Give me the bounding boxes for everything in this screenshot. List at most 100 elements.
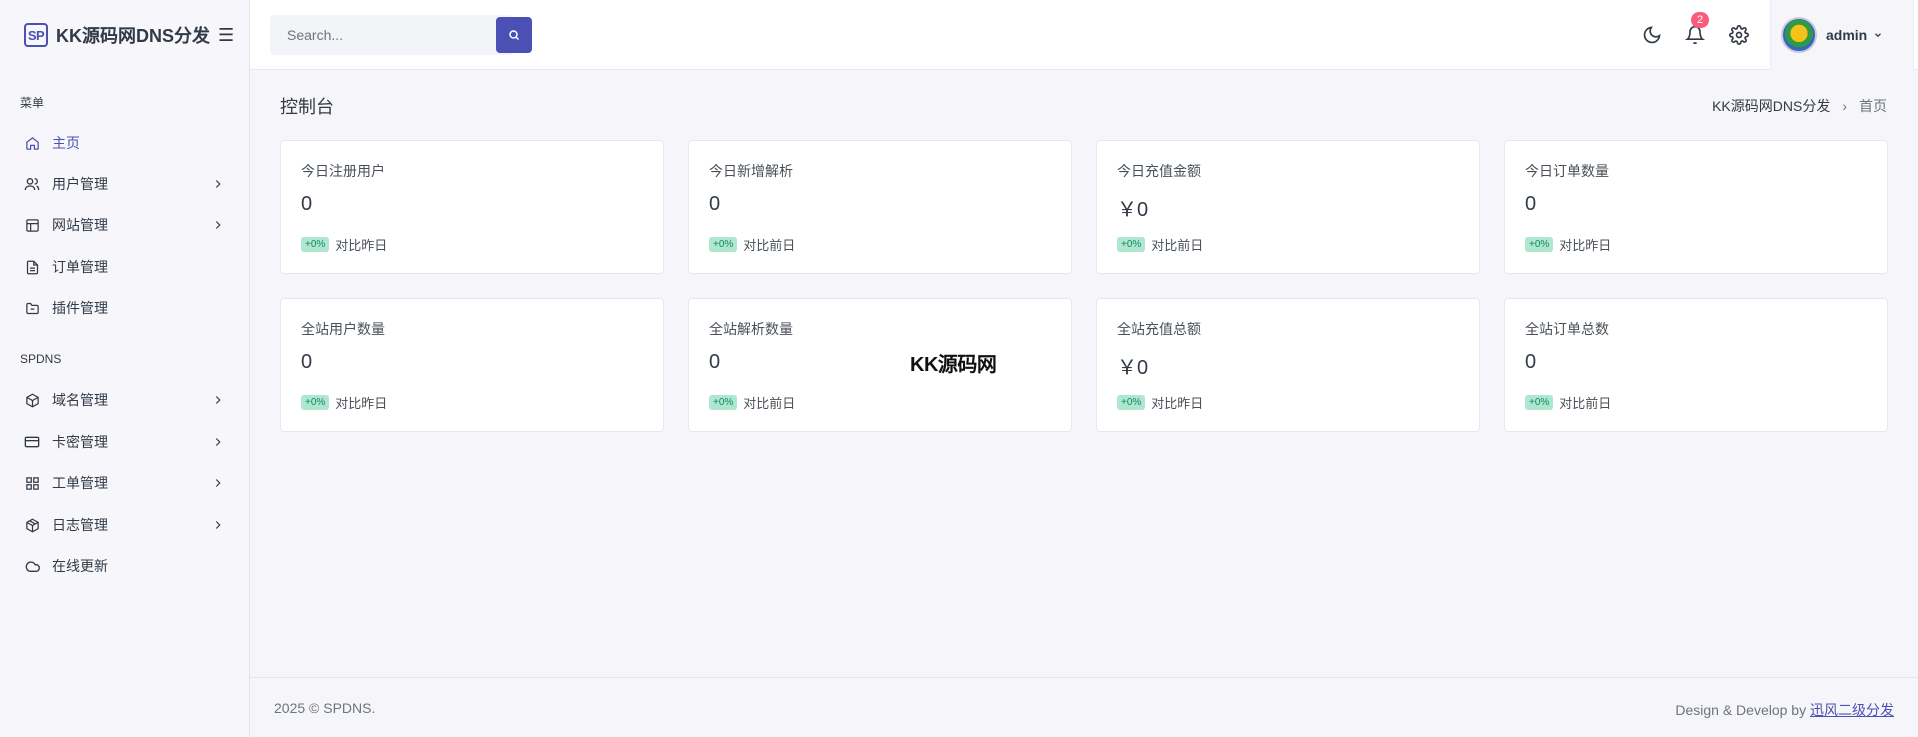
brand-logo: SP [24,23,48,47]
topbar: 2 admin [250,0,1918,70]
sidebar-item-label: 在线更新 [52,558,108,574]
footer: 2025 © SPDNS. Design & Develop by 迅风二级分发 [250,677,1918,737]
sidebar-item-tickets[interactable]: 工单管理 [0,463,249,503]
sidebar-item-label: 用户管理 [52,176,108,192]
menu-section-title: 菜单 [20,95,45,110]
search-input[interactable] [270,15,476,55]
chevron-right-icon [215,396,221,404]
brand-name: KK源码网DNS分发 [56,26,211,46]
search-box [270,15,532,55]
footer-credit: Design & Develop by 迅风二级分发 [1675,700,1894,720]
stat-title: 今日订单数量 [1525,163,1609,179]
chevron-right-icon [215,521,221,529]
stat-value: 0 [301,193,313,215]
stat-card: 今日注册用户 0 +0% 对比昨日 [280,140,664,274]
stat-card: 全站充值总额 ￥0 +0% 对比昨日 [1096,298,1480,432]
chevron-right-icon [215,180,221,188]
stat-value: 0 [709,193,721,215]
menu-section-title: SPDNS [20,352,62,366]
chevron-right-icon: › [1842,98,1847,114]
compare-label: 对比前日 [743,238,796,253]
sidebar-item-label: 订单管理 [52,259,108,275]
footer-copyright: 2025 © SPDNS. [274,700,376,716]
search-icon [509,30,520,41]
compare-label: 对比昨日 [335,396,388,411]
change-badge: +0% [1117,395,1146,410]
stat-title: 全站解析数量 [709,321,793,337]
folder-icon [24,300,40,316]
notification-badge: 2 [1691,12,1709,28]
sidebar-item-cards[interactable]: 卡密管理 [0,422,249,462]
stat-card: 今日新增解析 0 +0% 对比前日 [688,140,1072,274]
footer-credit-prefix: Design & Develop by [1675,702,1810,718]
change-badge: +0% [1117,237,1146,252]
sidebar-item-sites[interactable]: 网站管理 [0,205,249,245]
sidebar-item-label: 插件管理 [52,300,108,316]
change-badge: +0% [1525,237,1554,252]
sidebar-item-logs[interactable]: 日志管理 [0,505,249,545]
stat-title: 今日充值金额 [1117,163,1201,179]
stat-value: ￥0 [1117,199,1149,221]
grid-icon [24,475,40,491]
breadcrumb-item[interactable]: KK源码网DNS分发 [1712,96,1830,116]
layout-icon [24,217,40,233]
stat-title: 全站用户数量 [301,321,385,337]
change-badge: +0% [301,237,330,252]
stat-title: 全站订单总数 [1525,321,1609,337]
change-badge: +0% [301,395,330,410]
stat-title: 今日新增解析 [709,163,793,179]
search-button[interactable] [496,17,532,53]
breadcrumb-current: 首页 [1859,98,1887,114]
dark-mode-icon[interactable] [1641,24,1663,46]
sidebar-item-plugins[interactable]: 插件管理 [0,288,249,328]
sidebar: SP KK源码网DNS分发 ☰ 菜单 主页 用户管理 网站管理 订单管理 插件管… [0,0,250,737]
file-icon [24,259,40,275]
sidebar-item-domains[interactable]: 域名管理 [0,380,249,420]
chevron-right-icon [215,438,221,446]
compare-label: 对比前日 [1151,238,1204,253]
stat-card: 今日充值金额 ￥0 +0% 对比前日 [1096,140,1480,274]
stat-value: 0 [1525,351,1537,373]
chevron-right-icon [215,479,221,487]
compare-label: 对比前日 [743,396,796,411]
change-badge: +0% [709,395,738,410]
stat-value: 0 [1525,193,1537,215]
page-title: 控制台 [280,97,334,117]
chevron-right-icon [215,221,221,229]
chevron-down-icon [1875,33,1882,38]
footer-credit-link[interactable]: 迅风二级分发 [1810,702,1894,718]
user-name: admin [1826,27,1868,43]
sidebar-item-home[interactable]: 主页 [0,123,249,163]
change-badge: +0% [709,237,738,252]
package-icon [24,517,40,533]
avatar [1781,17,1817,53]
sidebar-item-users[interactable]: 用户管理 [0,164,249,204]
compare-label: 对比昨日 [335,238,388,253]
change-badge: +0% [1525,395,1554,410]
credit-card-icon [24,434,40,450]
brand[interactable]: SP KK源码网DNS分发 ☰ [0,0,249,70]
gear-icon[interactable] [1728,24,1750,46]
stat-value: ￥0 [1117,357,1149,379]
stat-value: 0 [301,351,313,373]
sidebar-item-label: 卡密管理 [52,434,108,450]
sidebar-item-label: 工单管理 [52,475,108,491]
sidebar-item-orders[interactable]: 订单管理 [0,247,249,287]
menu-toggle-icon[interactable]: ☰ [218,26,234,44]
compare-label: 对比前日 [1559,396,1612,411]
compare-label: 对比昨日 [1151,396,1204,411]
user-menu[interactable]: admin [1770,0,1914,70]
compare-label: 对比昨日 [1559,238,1612,253]
sidebar-item-label: 主页 [52,135,80,151]
stat-card: 今日订单数量 0 +0% 对比昨日 [1504,140,1888,274]
stat-title: 今日注册用户 [301,163,385,179]
sidebar-item-label: 网站管理 [52,217,108,233]
sidebar-item-update[interactable]: 在线更新 [0,546,249,586]
home-icon [24,135,40,151]
stat-title: 全站充值总额 [1117,321,1201,337]
sidebar-item-label: 域名管理 [52,392,108,408]
breadcrumb: KK源码网DNS分发 › 首页 [1712,96,1887,116]
stat-value: 0 [709,351,721,373]
stat-card: 全站用户数量 0 +0% 对比昨日 [280,298,664,432]
users-icon [24,176,40,192]
